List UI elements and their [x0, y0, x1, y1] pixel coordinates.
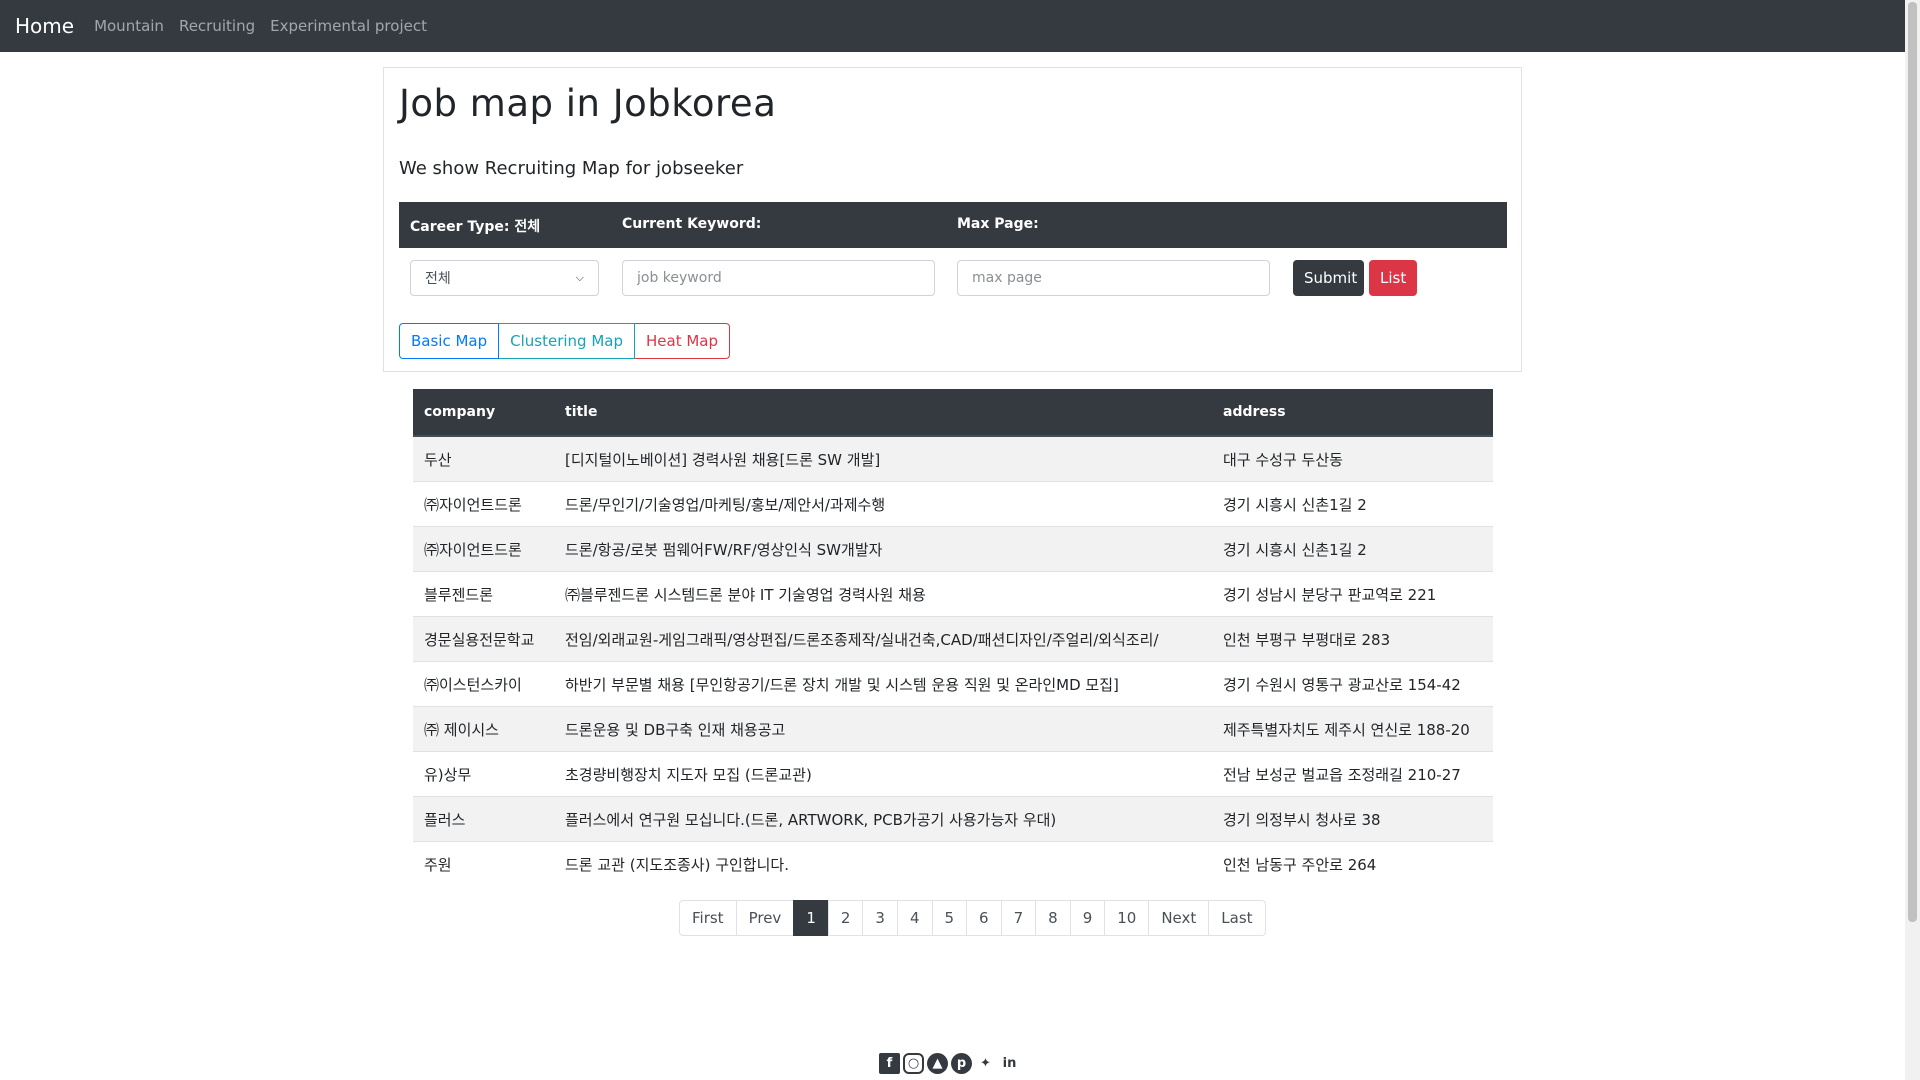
table-row: ㈜자이언트드론 드론/항공/로봇 펌웨어FW/RF/영상인식 SW개발자 경기 …: [413, 526, 1493, 572]
column-header-title: title: [554, 389, 1212, 437]
column-header-company: company: [413, 389, 554, 437]
max-page-label: Max Page:: [957, 216, 1039, 232]
nav-link-experimental-project[interactable]: Experimental project: [270, 17, 427, 35]
page-9-button[interactable]: 9: [1069, 900, 1106, 936]
page-7-button[interactable]: 7: [1000, 900, 1037, 936]
address-cell: 경기 시흥시 신촌1길 2: [1212, 481, 1493, 527]
company-cell: 주원: [413, 841, 554, 886]
page-2-button[interactable]: 2: [827, 900, 864, 936]
navbar: Home Mountain Recruiting Experimental pr…: [0, 0, 1905, 52]
address-cell: 경기 성남시 분당구 판교역로 221: [1212, 571, 1493, 617]
basic-map-button[interactable]: Basic Map: [399, 323, 500, 359]
title-cell: 전임/외래교원-게임그래픽/영상편집/드론조종제작/실내건축,CAD/패션디자인…: [554, 616, 1212, 662]
pagination: First Prev 1 2 3 4 5 6 7 8 9 10 Next Las…: [679, 900, 1266, 936]
title-cell: 초경량비행장치 지도자 모집 (드론교관): [554, 751, 1212, 797]
twitter-icon[interactable]: ✦: [975, 1053, 996, 1074]
page-10-button[interactable]: 10: [1104, 900, 1150, 936]
page-5-button[interactable]: 5: [931, 900, 968, 936]
table-row: 주원 드론 교관 (지도조종사) 구인합니다. 인천 남동구 주안로 264: [413, 841, 1493, 886]
title-cell: 드론/항공/로봇 펌웨어FW/RF/영상인식 SW개발자: [554, 526, 1212, 572]
list-button[interactable]: List: [1369, 260, 1417, 296]
title-cell: 드론운용 및 DB구축 인재 채용공고: [554, 706, 1212, 752]
company-cell: 유)상무: [413, 751, 554, 797]
table-row: ㈜이스턴스카이 하반기 부문별 채용 [무인항공기/드론 장치 개발 및 시스템…: [413, 661, 1493, 707]
max-page-input[interactable]: [957, 260, 1270, 296]
address-cell: 제주특별자치도 제주시 연신로 188-20: [1212, 706, 1493, 752]
table-row: 유)상무 초경량비행장치 지도자 모집 (드론교관) 전남 보성군 벌교읍 조정…: [413, 751, 1493, 797]
title-cell: ㈜블루젠드론 시스템드론 분야 IT 기술영업 경력사원 채용: [554, 571, 1212, 617]
career-type-select[interactable]: 전체 ⌵: [410, 260, 599, 296]
company-cell: ㈜ 제이시스: [413, 706, 554, 752]
page-scrollbar[interactable]: [1905, 0, 1920, 1080]
table-row: 플러스 플러스에서 연구원 모십니다.(드론, ARTWORK, PCB가공기 …: [413, 796, 1493, 842]
table-row: ㈜ 제이시스 드론운용 및 DB구축 인재 채용공고 제주특별자치도 제주시 연…: [413, 706, 1493, 752]
page-4-button[interactable]: 4: [896, 900, 933, 936]
snapchat-icon[interactable]: ▲: [927, 1053, 948, 1074]
company-cell: ㈜자이언트드론: [413, 481, 554, 527]
chevron-down-icon: ⌵: [575, 271, 584, 284]
table-row: 경문실용전문학교 전임/외래교원-게임그래픽/영상편집/드론조종제작/실내건축,…: [413, 616, 1493, 662]
address-cell: 인천 부평구 부평대로 283: [1212, 616, 1493, 662]
company-cell: 블루젠드론: [413, 571, 554, 617]
job-table: company title address 두산 [디지털이노베이션] 경력사원…: [413, 389, 1493, 886]
company-cell: ㈜자이언트드론: [413, 526, 554, 572]
page-title: Job map in Jobkorea: [399, 82, 777, 125]
table-row: 두산 [디지털이노베이션] 경력사원 채용[드론 SW 개발] 대구 수성구 두…: [413, 435, 1493, 482]
linkedin-icon[interactable]: in: [999, 1053, 1020, 1074]
career-type-selected-value: 전체: [425, 271, 451, 287]
address-cell: 인천 남동구 주안로 264: [1212, 841, 1493, 886]
table-row: 블루젠드론 ㈜블루젠드론 시스템드론 분야 IT 기술영업 경력사원 채용 경기…: [413, 571, 1493, 617]
instagram-icon[interactable]: ○: [903, 1053, 924, 1074]
page-1-button[interactable]: 1: [793, 900, 829, 936]
company-cell: 경문실용전문학교: [413, 616, 554, 662]
address-cell: 전남 보성군 벌교읍 조정래길 210-27: [1212, 751, 1493, 797]
heat-map-button[interactable]: Heat Map: [635, 323, 731, 359]
title-cell: 플러스에서 연구원 모십니다.(드론, ARTWORK, PCB가공기 사용가능…: [554, 796, 1212, 842]
company-cell: 두산: [413, 435, 554, 482]
form-header-bar: Career Type: 전체 Current Keyword: Max Pag…: [399, 202, 1507, 248]
title-cell: 드론 교관 (지도조종사) 구인합니다.: [554, 841, 1212, 886]
nav-home-link[interactable]: Home: [15, 14, 74, 38]
title-cell: [디지털이노베이션] 경력사원 채용[드론 SW 개발]: [554, 435, 1212, 482]
company-cell: ㈜이스턴스카이: [413, 661, 554, 707]
page-first-button[interactable]: First: [679, 900, 737, 936]
search-card: Job map in Jobkorea We show Recruiting M…: [383, 67, 1522, 372]
current-keyword-label: Current Keyword:: [622, 216, 762, 232]
facebook-icon[interactable]: f: [879, 1053, 900, 1074]
table-row: ㈜자이언트드론 드론/무인기/기술영업/마케팅/홍보/제안서/과제수행 경기 시…: [413, 481, 1493, 527]
address-cell: 경기 수원시 영통구 광교산로 154-42: [1212, 661, 1493, 707]
company-cell: 플러스: [413, 796, 554, 842]
scrollbar-thumb[interactable]: [1908, 2, 1917, 922]
keyword-input[interactable]: [622, 260, 935, 296]
page-subtitle: We show Recruiting Map for jobseeker: [399, 158, 744, 179]
page-6-button[interactable]: 6: [966, 900, 1002, 936]
title-cell: 하반기 부문별 채용 [무인항공기/드론 장치 개발 및 시스템 운용 직원 및…: [554, 661, 1212, 707]
nav-link-mountain[interactable]: Mountain: [94, 17, 164, 35]
page-8-button[interactable]: 8: [1035, 900, 1071, 936]
address-cell: 경기 의정부시 청사로 38: [1212, 796, 1493, 842]
pinterest-icon[interactable]: p: [951, 1053, 972, 1074]
column-header-address: address: [1212, 389, 1493, 437]
career-type-label: Career Type: 전체: [410, 219, 541, 235]
page-prev-button[interactable]: Prev: [735, 900, 795, 936]
address-cell: 대구 수성구 두산동: [1212, 435, 1493, 482]
map-type-button-group: Basic Map Clustering Map Heat Map: [399, 323, 731, 359]
address-cell: 경기 시흥시 신촌1길 2: [1212, 526, 1493, 572]
nav-link-recruiting[interactable]: Recruiting: [179, 17, 255, 35]
submit-button[interactable]: Submit: [1293, 260, 1364, 296]
social-links: f ○ ▲ p ✦ in: [879, 1053, 1020, 1074]
page-next-button[interactable]: Next: [1148, 900, 1210, 936]
table-header-row: company title address: [413, 389, 1493, 437]
title-cell: 드론/무인기/기술영업/마케팅/홍보/제안서/과제수행: [554, 481, 1212, 527]
clustering-map-button[interactable]: Clustering Map: [499, 323, 635, 359]
page-last-button[interactable]: Last: [1208, 900, 1266, 936]
page-3-button[interactable]: 3: [862, 900, 898, 936]
